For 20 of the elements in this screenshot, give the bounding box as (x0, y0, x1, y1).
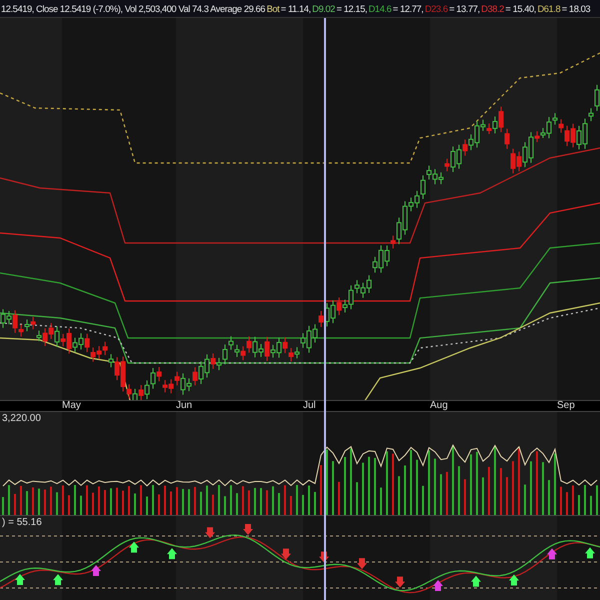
oscillator-value: ) = 55.16 (2, 517, 42, 529)
header-text: D14.6 (368, 3, 392, 14)
header-text: D38.2 (481, 3, 504, 14)
header-text: D9.02 (312, 3, 335, 14)
header-text: = 12.15, (336, 3, 367, 14)
header-text: = 15.40, (505, 3, 536, 14)
header-text: = 11.14, (280, 3, 311, 14)
axis-label: Jul (303, 400, 316, 412)
header-text: Bot (266, 3, 280, 14)
volume-value: 3,220.00 (2, 413, 41, 425)
axis-label: May (62, 400, 81, 412)
axis-label: Jun (176, 400, 192, 412)
header-text: = 12.77, (392, 3, 424, 14)
header-text: 12.5419, Close 12.5419 (-7.0%), Vol 2,503,400 Val 74.3 Average 29.66 (1, 3, 266, 14)
header-text: D23.6 (424, 3, 448, 14)
header-text: D61.8 (537, 3, 560, 14)
header-text: = 18.03 (562, 3, 590, 14)
header-text: = 13.77, (449, 3, 480, 14)
axis-label: Aug (430, 400, 448, 412)
axis-label: Sep (557, 400, 575, 412)
